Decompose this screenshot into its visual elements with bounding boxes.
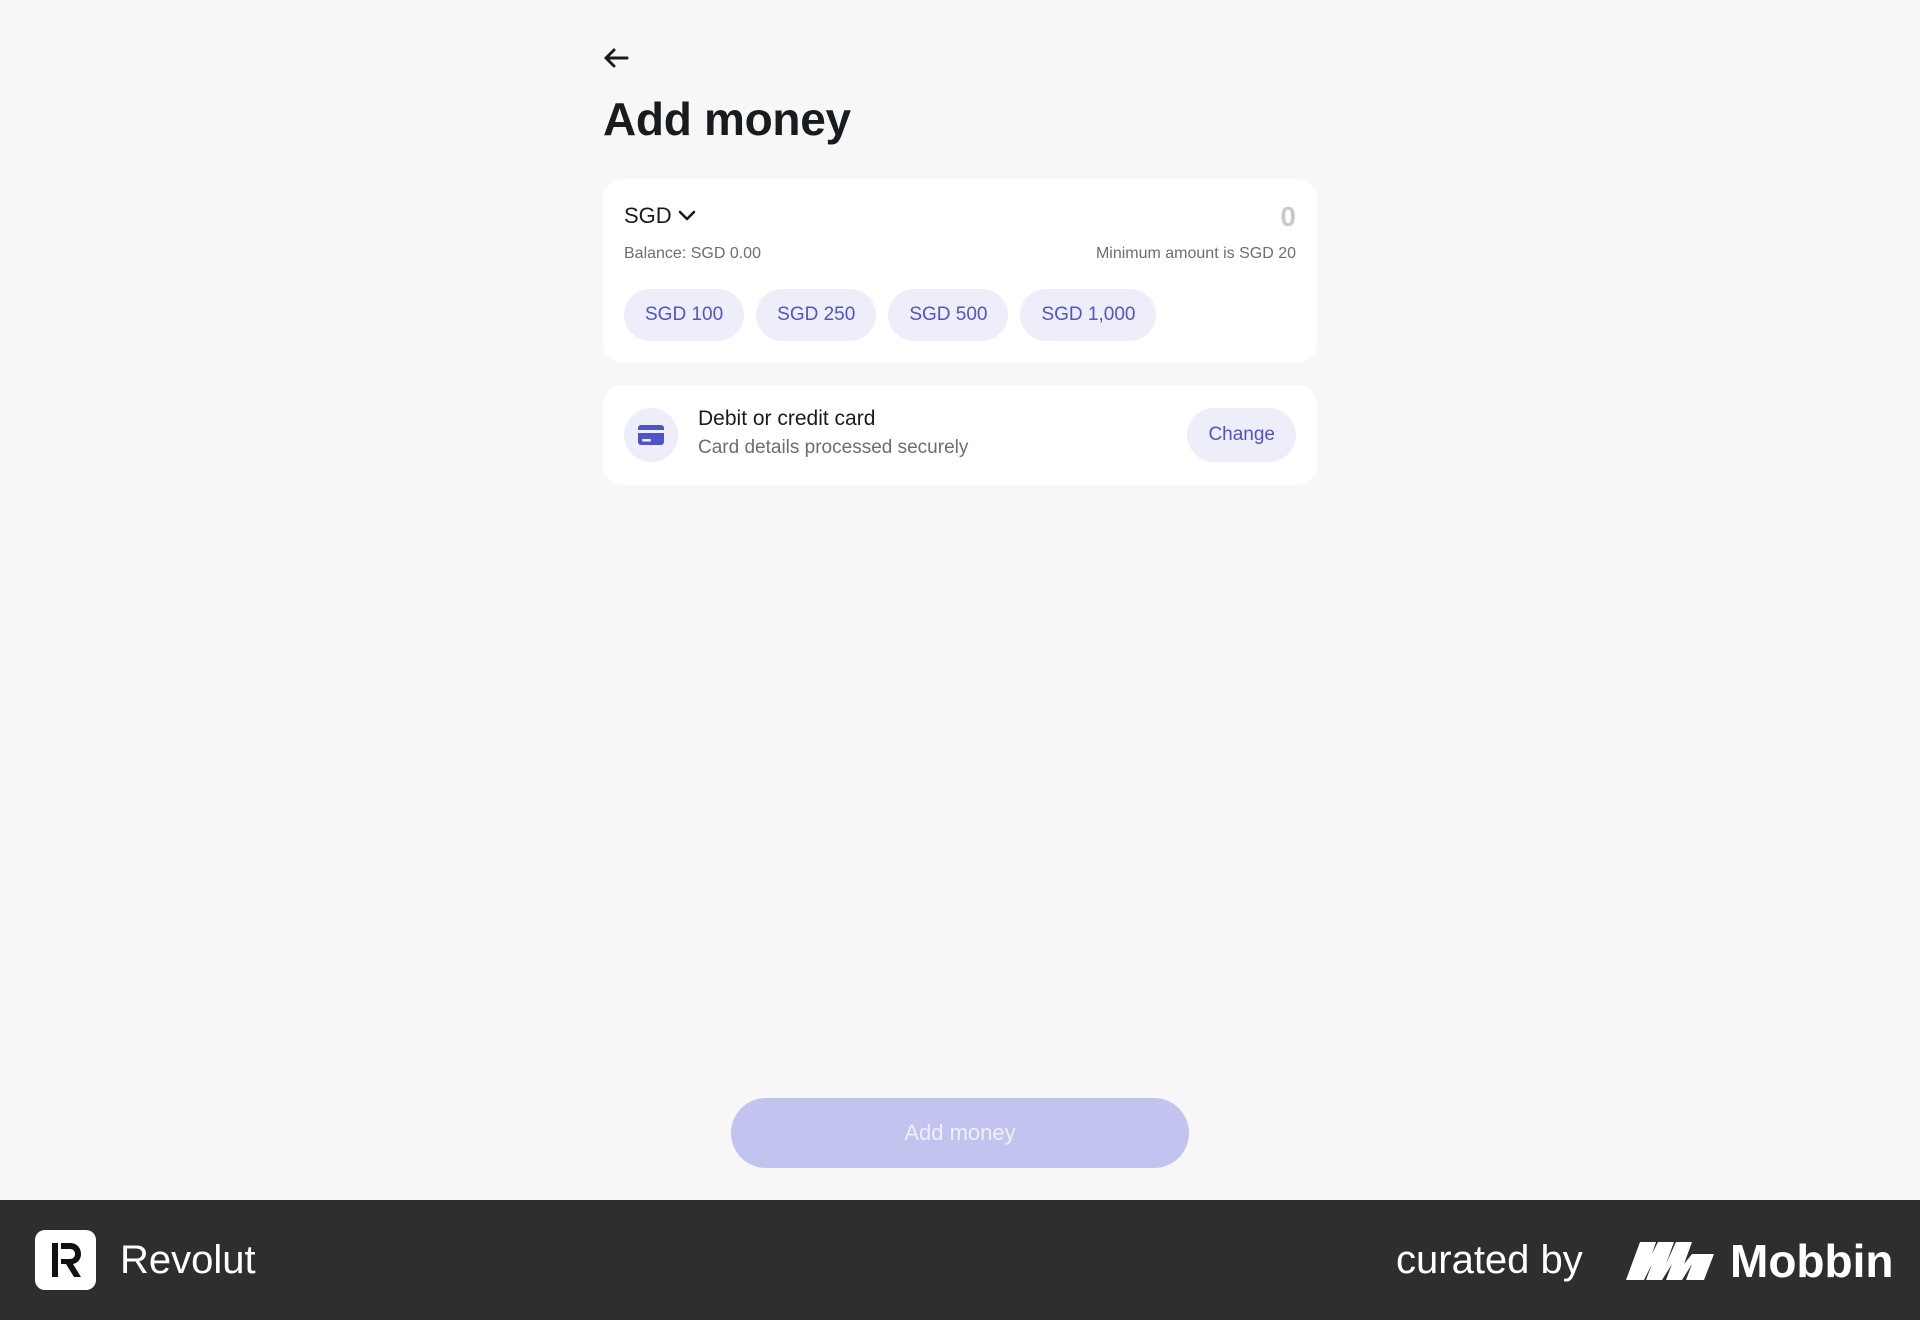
app-name: Revolut bbox=[120, 1238, 256, 1282]
amount-input[interactable] bbox=[1096, 201, 1296, 233]
payment-method-title: Debit or credit card bbox=[698, 407, 876, 430]
payment-method-card: Debit or credit card Card details proces… bbox=[603, 385, 1317, 485]
add-money-button[interactable]: Add money bbox=[731, 1098, 1189, 1168]
payment-method-subtitle: Card details processed securely bbox=[698, 437, 969, 458]
revolut-logo-icon bbox=[35, 1230, 96, 1290]
curated-by-label: curated by bbox=[1396, 1238, 1583, 1282]
page-title: Add money bbox=[603, 93, 851, 145]
quick-amount-chip[interactable]: SGD 100 bbox=[624, 289, 745, 341]
minimum-amount-text: Minimum amount is SGD 20 bbox=[1095, 245, 1296, 262]
amount-card: SGD Balance: SGD 0.00 Minimum amount is … bbox=[603, 179, 1317, 363]
mobbin-logo-icon bbox=[1626, 1242, 1714, 1280]
footer-bar: Revolut curated by Mobbin bbox=[0, 1200, 1920, 1320]
add-money-page: Add money SGD Balance: SGD 0.00 Minimum … bbox=[0, 0, 1920, 1200]
arrow-left-icon bbox=[604, 48, 629, 68]
currency-select[interactable]: SGD bbox=[624, 203, 696, 229]
curator-name: Mobbin bbox=[1730, 1235, 1894, 1287]
back-button[interactable] bbox=[600, 42, 632, 74]
chevron-down-icon bbox=[678, 210, 695, 221]
credit-card-icon bbox=[624, 408, 678, 462]
quick-amount-chip[interactable]: SGD 1,000 bbox=[1020, 289, 1157, 341]
quick-amount-chip[interactable]: SGD 250 bbox=[756, 289, 877, 341]
quick-amount-chips: SGD 100 SGD 250 SGD 500 SGD 1,000 bbox=[624, 289, 1157, 341]
quick-amount-chip[interactable]: SGD 500 bbox=[888, 289, 1009, 341]
change-payment-button[interactable]: Change bbox=[1187, 408, 1296, 462]
balance-text: Balance: SGD 0.00 bbox=[624, 245, 761, 262]
currency-label: SGD bbox=[624, 203, 672, 228]
